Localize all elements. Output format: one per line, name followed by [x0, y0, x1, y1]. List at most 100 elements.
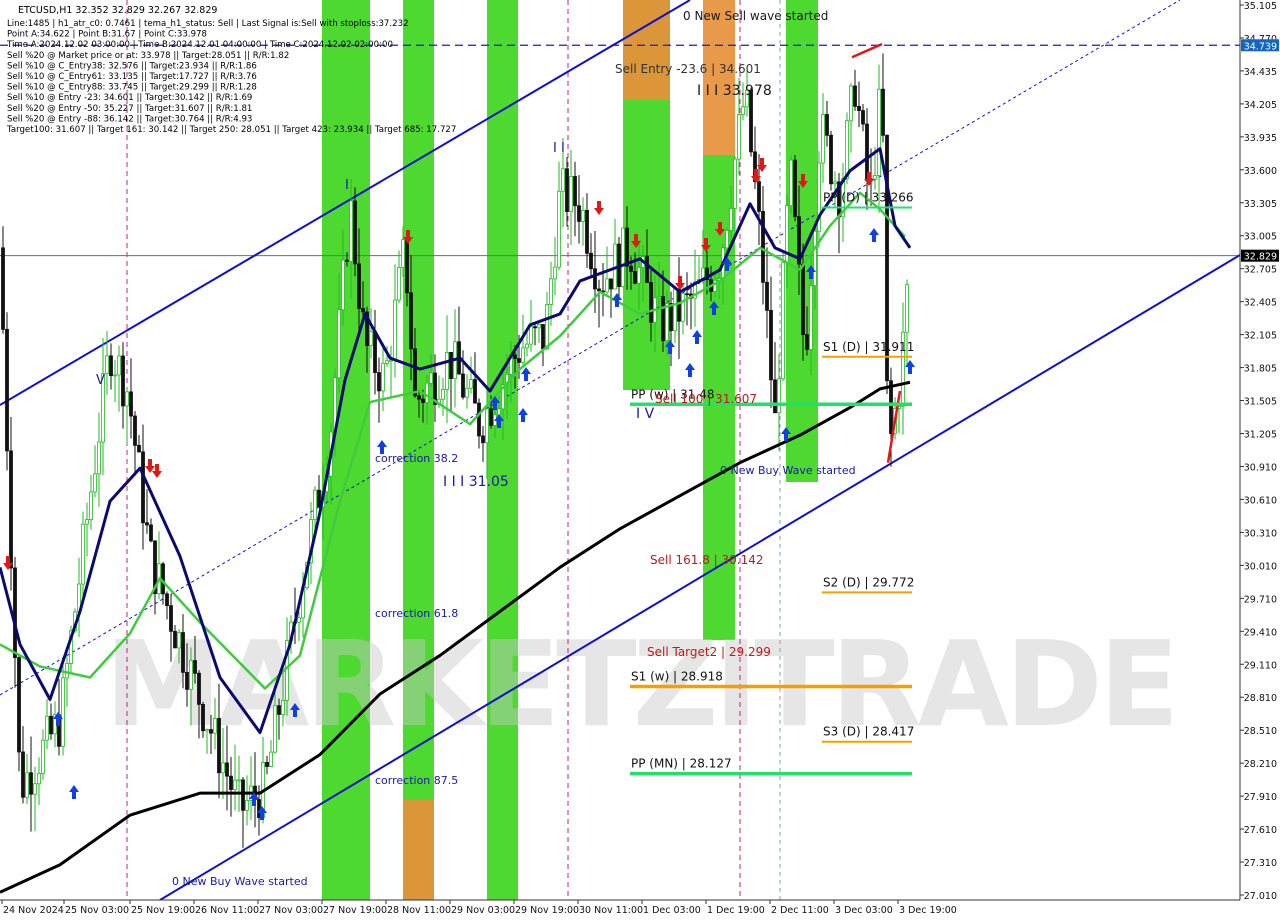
info-line: Time A:2024.12.02 03:00:00 | Time B:2024… — [6, 40, 393, 50]
candle-body — [177, 632, 181, 649]
buy-arrow — [612, 293, 622, 307]
candle-body — [733, 158, 737, 209]
zone — [403, 0, 434, 900]
annotation-text: V — [96, 373, 105, 388]
candle-body — [537, 324, 541, 329]
x-tick-label: 27 Nov 03:00 — [259, 905, 323, 916]
y-tick-label: 29.110 — [1244, 660, 1277, 671]
candle-body — [37, 772, 41, 785]
candle-body — [849, 85, 853, 122]
candle-body — [441, 389, 445, 400]
info-line: Point A:34.622 | Point B:31.67 | Point C… — [7, 30, 207, 40]
candle-body — [33, 783, 37, 795]
candle-body — [337, 309, 341, 379]
watermark: MARKETZITRADE — [105, 615, 1180, 753]
y-tick-label: 30.910 — [1244, 462, 1277, 473]
candle-body — [517, 358, 521, 363]
info-panel: ETCUSD,H1 32.352 32.829 32.267 32.829 Lin… — [6, 5, 456, 135]
x-tick-label: 26 Nov 11:00 — [195, 905, 259, 916]
candle-body — [669, 303, 673, 332]
candle-body — [85, 519, 89, 525]
chart-svg: MARKETZITRADE PP (D) | 33.266 S1 (D) | 31… — [0, 0, 1280, 920]
candle-body — [97, 441, 101, 475]
candle-body — [465, 387, 469, 398]
candle-body — [877, 88, 881, 176]
y-tick-label: 32.405 — [1244, 298, 1277, 309]
candle-body — [497, 408, 501, 416]
candle-body — [581, 209, 585, 222]
candle-body — [165, 593, 169, 607]
y-tick-label: 30.310 — [1244, 528, 1277, 539]
highlight-zones — [322, 0, 818, 900]
y-tick-label: 33.305 — [1244, 199, 1277, 210]
candle-body — [585, 209, 589, 254]
candle-body — [609, 278, 613, 290]
candle-body — [5, 328, 9, 452]
info-line: Sell %20 @ Entry -50: 35.227 || Target:3… — [7, 104, 252, 114]
candle-body — [813, 230, 817, 287]
candle-body — [637, 267, 641, 284]
buy-arrow — [521, 367, 531, 381]
candle-body — [865, 123, 869, 180]
candle-body — [657, 296, 661, 299]
x-tick-label: 1 Dec 03:00 — [643, 905, 701, 916]
candle-body — [633, 271, 637, 284]
x-tick-label: 3 Dec 19:00 — [899, 905, 957, 916]
candle-body — [125, 391, 129, 407]
candle-body — [809, 285, 813, 350]
candle-body — [41, 739, 45, 774]
candle-body — [65, 663, 69, 679]
annotation-text: Sell 100 | 31.607 — [655, 392, 757, 406]
candle-body — [545, 304, 549, 350]
info-line: Sell %10 @ C_Entry88: 33.745 || Target:2… — [7, 83, 257, 93]
x-tick-label: 24 Nov 2024 — [3, 905, 64, 916]
annotation-text: 0 New Buy Wave started — [172, 875, 308, 888]
candle-body — [373, 331, 377, 373]
candle-body — [61, 677, 65, 747]
candle-body — [9, 450, 13, 569]
candle-body — [833, 181, 837, 185]
candle-body — [533, 326, 537, 329]
annotation-text: correction 61.8 — [375, 607, 458, 620]
candle-body — [221, 762, 225, 774]
candle-body — [93, 473, 97, 493]
candle-body — [205, 729, 209, 732]
candle-body — [681, 293, 685, 322]
x-tick-label: 1 Dec 19:00 — [707, 905, 765, 916]
x-tick-label: 2 Dec 11:00 — [771, 905, 829, 916]
candle-body — [29, 772, 33, 795]
pivot-levels: PP (D) | 33.266S1 (D) | 31.911PP (w) | 3… — [630, 191, 914, 776]
zone — [403, 800, 434, 900]
candle-body — [673, 288, 677, 332]
y-tick-label: 27.910 — [1244, 792, 1277, 803]
candle-body — [857, 105, 861, 111]
y-tick-label: 28.210 — [1244, 759, 1277, 770]
candle-body — [553, 266, 557, 280]
candle-body — [469, 379, 473, 389]
candle-body — [685, 293, 689, 296]
candle-body — [281, 699, 285, 715]
candle-body — [357, 263, 361, 309]
symbol-header: ETCUSD,H1 32.352 32.829 32.267 32.829 — [18, 5, 217, 16]
annotation-text: 0 New Buy Wave started — [720, 464, 856, 477]
candle-body — [445, 352, 449, 390]
candle-body — [313, 489, 317, 520]
candle-body — [801, 263, 805, 336]
candle-body — [377, 372, 381, 392]
candle-body — [621, 227, 625, 287]
candle-body — [217, 718, 221, 774]
candle-body — [477, 402, 481, 437]
candle-body — [861, 110, 865, 125]
candle-body — [481, 435, 485, 444]
annotation-text: Sell Target2 | 29.299 — [647, 645, 771, 659]
candle-body — [649, 282, 653, 323]
pivot-level-label: S2 (D) | 29.772 — [823, 575, 914, 589]
candle-body — [17, 657, 21, 753]
annotation-text: 0 New Sell wave started — [683, 9, 828, 23]
pivot-level-label: S1 (w) | 28.918 — [631, 670, 723, 684]
candle-body — [129, 391, 133, 417]
annotation-text: Sell 161.8 | 30.142 — [650, 553, 764, 567]
pivot-level-label: S3 (D) | 28.417 — [823, 725, 914, 739]
info-line: Sell %10 @ Entry -23: 34.601 || Target:3… — [7, 93, 252, 103]
candle-body — [777, 378, 781, 414]
